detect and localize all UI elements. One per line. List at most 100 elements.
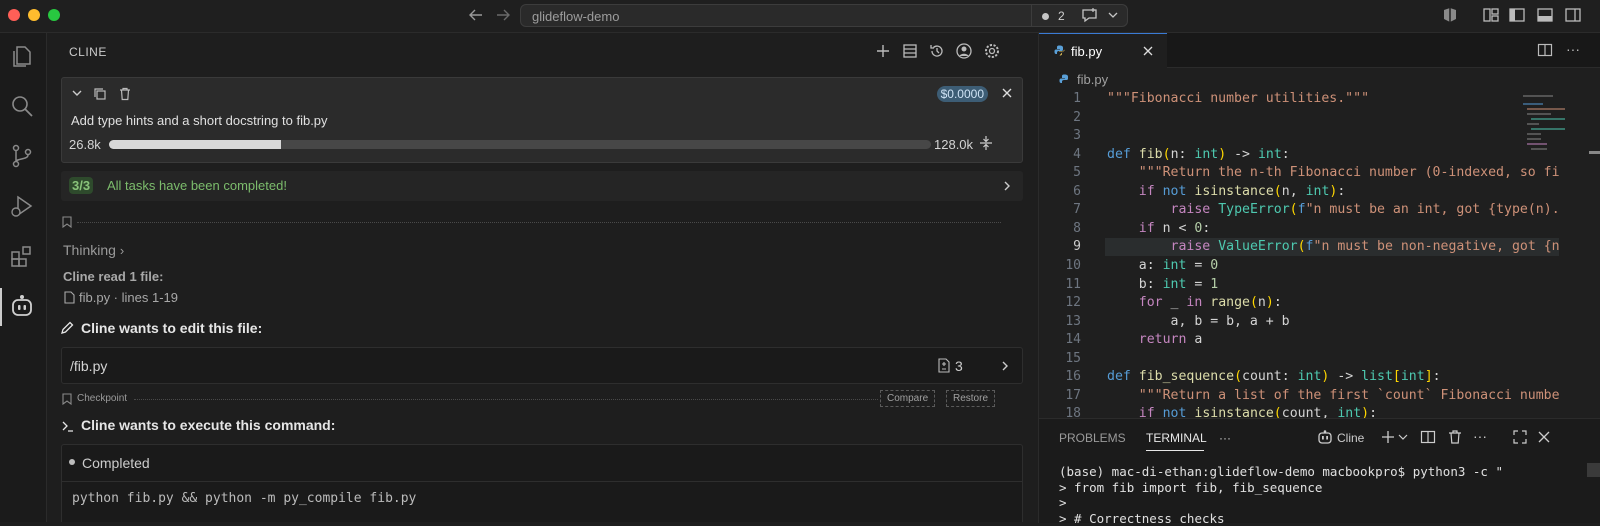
toggle-secondary-sidebar-icon[interactable] [1564,6,1582,24]
code-line[interactable]: b: int = 1 [1107,277,1218,292]
minimap[interactable] [1519,91,1569,171]
line-number: 18 [1065,406,1081,418]
account-icon[interactable] [955,42,973,60]
code-line[interactable]: if n < 0: [1107,221,1211,236]
close-tab-icon[interactable] [1142,45,1154,57]
code-line[interactable]: a: int = 0 [1107,258,1218,273]
code-line[interactable]: """Fibonacci number utilities.""" [1107,91,1369,106]
back-arrow-icon[interactable] [468,7,484,23]
code-editor[interactable]: 1 """Fibonacci number utilities.""" 2 3 4 def… [1039,91,1559,418]
line-number: 10 [1065,257,1081,273]
cost-badge: $0.0000 [936,86,988,102]
chevron-down-icon[interactable] [1107,9,1119,21]
close-window-button[interactable] [8,9,20,21]
more-actions-icon[interactable]: ··· [1566,42,1580,56]
maximize-panel-icon[interactable] [1512,429,1528,445]
forward-arrow-icon[interactable] [495,7,511,23]
line-number: 16 [1065,369,1081,385]
command-center[interactable]: glideflow-demo 2 [520,4,1128,27]
code-line[interactable]: raise TypeError(f"n must be an int, got … [1107,202,1559,217]
toggle-panel-icon[interactable] [1536,6,1554,24]
read-file-link[interactable]: fib.py · lines 1-19 [64,290,178,305]
edit-header: Cline wants to edit this file: [81,320,263,336]
toggle-primary-sidebar-icon[interactable] [1508,6,1526,24]
code-line[interactable]: def fib(n: int) -> int: [1107,147,1290,162]
scrollbar-thumb[interactable] [1589,151,1600,154]
command-status: Completed [82,455,150,471]
extensions-icon[interactable] [9,243,35,269]
command-center-text: glideflow-demo [532,9,620,24]
editor-group: fib.py ··· fib.py 1 """Fibonacci number u… [1038,33,1600,418]
line-number: 12 [1065,295,1081,311]
pencil-icon [60,321,74,335]
task-header: $0.0000 Add type hints and a short docst… [61,77,1023,163]
checkpoint-label: Checkpoint [77,393,128,404]
new-task-icon[interactable] [874,42,892,60]
completion-banner[interactable]: 3/3 All tasks have been completed! [61,171,1023,201]
maximize-window-button[interactable] [48,9,60,21]
cline-icon[interactable] [9,293,35,319]
chevron-right-icon [1001,180,1013,192]
completion-text: All tasks have been completed! [107,178,287,193]
customize-layout-icon[interactable] [1482,6,1500,24]
thinking-toggle[interactable]: Thinking › [63,242,124,258]
code-line[interactable]: a, b = b, a + b [1107,314,1290,329]
split-terminal-icon[interactable] [1420,429,1436,445]
active-tab-underline [1146,450,1204,451]
activity-bar [0,33,47,522]
explorer-icon[interactable] [9,43,35,69]
collapse-chevron-icon[interactable] [71,87,83,99]
title-bar: glideflow-demo 2 [0,0,1600,33]
code-line[interactable]: for _ in range(n): [1107,295,1282,310]
bookmark-icon[interactable] [62,216,72,228]
kill-terminal-icon[interactable] [1447,429,1463,445]
tab-terminal[interactable]: TERMINAL [1146,431,1207,445]
settings-gear-icon[interactable] [983,42,1001,60]
mcp-servers-icon[interactable] [901,42,919,60]
more-tabs-icon[interactable]: ··· [1219,431,1231,445]
divider [134,399,878,400]
edit-file-row[interactable]: /fib.py 3 [61,347,1023,384]
copy-icon[interactable] [93,87,107,101]
code-line[interactable]: return a [1107,332,1203,347]
breadcrumb[interactable]: fib.py [1059,72,1108,87]
restore-button[interactable]: Restore [946,390,996,407]
run-debug-icon[interactable] [9,193,35,219]
chat-icon[interactable] [1081,7,1099,24]
tab-fib-py[interactable]: fib.py [1039,33,1167,68]
terminal-panel: PROBLEMS TERMINAL ··· Cline ··· (base) m… [1038,418,1600,526]
close-task-icon[interactable] [1001,87,1013,99]
terminal-shell-label[interactable]: Cline [1337,431,1364,445]
context-window-size: 128.0k [934,137,974,152]
compress-icon[interactable] [978,135,994,151]
trash-icon[interactable] [118,87,132,101]
code-line[interactable]: if not isinstance(count, int): [1107,406,1377,418]
search-icon[interactable] [9,93,35,119]
tab-problems[interactable]: PROBLEMS [1059,431,1126,445]
terminal-more-icon[interactable]: ··· [1473,428,1487,444]
code-line[interactable]: """Return a list of the first `count` Fi… [1107,388,1559,403]
active-indicator [0,288,2,326]
code-line[interactable]: def fib_sequence(count: int) -> list[int… [1107,369,1441,384]
line-number: 17 [1065,387,1081,403]
compare-button[interactable]: Compare [880,390,936,407]
read-header: Cline read 1 file: [63,269,164,284]
notification-count: 2 [1058,9,1065,23]
copilot-icon[interactable] [1441,6,1459,24]
divider [77,222,1001,223]
source-control-icon[interactable] [9,143,35,169]
diff-icon [938,358,950,373]
code-line[interactable]: if not isinstance(n, int): [1107,184,1346,199]
code-line[interactable]: raise ValueError(f"n must be non-negativ… [1107,239,1559,254]
context-progress-bar [109,140,931,149]
terminal-scrollbar[interactable] [1587,463,1600,477]
new-terminal-icon[interactable] [1381,429,1409,445]
history-icon[interactable] [928,42,946,60]
split-editor-icon[interactable] [1537,42,1553,58]
code-line[interactable]: """Return the n-th Fibonacci number (0-i… [1107,165,1559,180]
close-panel-icon[interactable] [1537,430,1551,444]
chevron-right-icon [999,360,1011,372]
minimize-window-button[interactable] [28,9,40,21]
context-progress-fill [109,140,281,149]
cline-panel: CLINE $0.0000 Add type hints and a short… [47,33,1037,522]
